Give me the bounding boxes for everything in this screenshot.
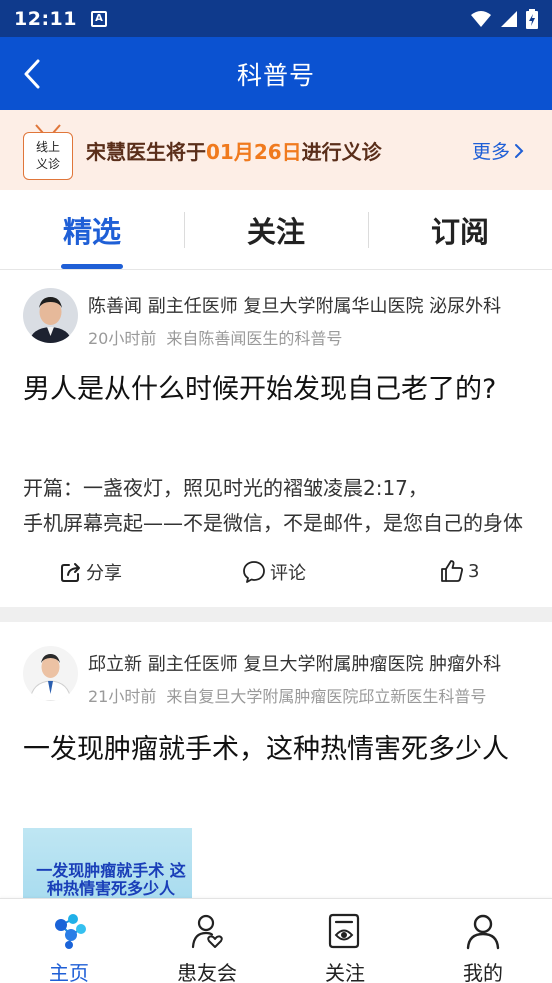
banner-text-after: 进行义诊: [301, 140, 382, 164]
signal-icon: [501, 10, 517, 27]
thumbnail-text: 一发现肿瘤就手术 这种热情害死多少人: [36, 861, 186, 898]
banner-text-before: 宋慧医生将于: [86, 140, 206, 164]
share-label: 分享: [86, 563, 122, 584]
tab-featured[interactable]: 精选: [0, 190, 184, 269]
badge-line1: 线上: [35, 140, 60, 154]
post-time: 21小时前: [88, 687, 157, 706]
chevron-right-icon: [515, 143, 524, 158]
post-meta: 20小时前 来自陈善闻医生的科普号: [88, 325, 528, 349]
nav-patient-community[interactable]: 患友会: [138, 899, 276, 983]
card-separator: [0, 607, 552, 622]
author-name: 邱立新 副主任医师 复旦大学附属肿瘤医院 肿瘤外科: [88, 654, 502, 675]
tab-divider: [184, 212, 185, 248]
top-nav-bar: 科普号: [0, 37, 552, 110]
article-excerpt: 开篇：一盏夜灯，照见时光的褶皱凌晨2:17， 手机屏幕亮起——不是微信，不是邮件…: [23, 471, 523, 541]
post-source: 来自陈善闻医生的科普号: [166, 329, 343, 348]
wifi-icon: [471, 10, 491, 27]
article-thumbnail[interactable]: 一发现肿瘤就手术 这种热情害死多少人: [23, 828, 192, 900]
tab-divider: [368, 212, 369, 248]
chevron-left-icon: [24, 59, 40, 89]
more-label: 更多: [471, 141, 510, 163]
tab-subscriptions[interactable]: 订阅: [368, 190, 552, 269]
nav-follow[interactable]: 关注: [276, 899, 414, 983]
profile-icon: [463, 911, 503, 951]
notification-icon: A: [90, 10, 107, 27]
article-title[interactable]: 男人是从什么时候开始发现自己老了的?: [23, 370, 528, 410]
online-clinic-badge: 线上 义诊: [23, 132, 73, 180]
nav-follow-label: 关注: [325, 961, 365, 983]
comment-icon: [243, 561, 265, 583]
content-tabs: 精选 关注 订阅: [0, 190, 552, 270]
article-actions: 分享 评论 3: [0, 559, 552, 589]
tab-subscriptions-label: 订阅: [430, 214, 489, 249]
comment-button[interactable]: 评论: [242, 559, 306, 585]
tab-featured-label: 精选: [62, 214, 121, 249]
follow-icon: [325, 911, 365, 951]
like-button[interactable]: 3: [440, 559, 479, 583]
back-button[interactable]: [16, 57, 48, 91]
author-avatar[interactable]: [23, 288, 78, 343]
excerpt-line: 开篇：一盏夜灯，照见时光的褶皱凌晨2:17，: [23, 476, 428, 500]
status-time: 12:11: [14, 7, 77, 30]
badge-line2: 义诊: [35, 157, 60, 171]
comment-label: 评论: [270, 563, 306, 584]
nav-patient-community-label: 患友会: [177, 961, 237, 983]
author-name: 陈善闻 副主任医师 复旦大学附属华山医院 泌尿外科: [88, 296, 502, 317]
article-card[interactable]: 陈善闻 副主任医师 复旦大学附属华山医院 泌尿外科 20小时前 来自陈善闻医生的科…: [0, 270, 552, 607]
bottom-nav: 主页 患友会 关注 我的: [0, 898, 552, 983]
status-bar: 12:11 A: [0, 0, 552, 37]
tab-following-label: 关注: [246, 214, 305, 249]
post-source: 来自复旦大学附属肿瘤医院邱立新医生科普号: [166, 687, 487, 706]
more-link[interactable]: 更多: [472, 137, 524, 164]
banner-date: 01月26日: [206, 140, 302, 164]
nav-profile-label: 我的: [463, 961, 503, 983]
page-title: 科普号: [236, 60, 315, 90]
status-icons: [470, 8, 538, 29]
author-avatar[interactable]: [23, 646, 78, 701]
home-icon: [49, 911, 89, 951]
active-tab-indicator: [61, 264, 123, 269]
nav-profile[interactable]: 我的: [414, 899, 552, 983]
nav-home[interactable]: 主页: [0, 899, 138, 983]
free-clinic-banner[interactable]: 线上 义诊 宋慧医生将于01月26日进行义诊 更多: [0, 110, 552, 190]
share-icon: [61, 563, 80, 582]
thumbs-up-icon: [441, 560, 463, 582]
share-button[interactable]: 分享: [60, 559, 122, 585]
nav-home-label: 主页: [49, 961, 89, 983]
battery-icon: [526, 8, 538, 29]
like-count: 3: [468, 560, 480, 582]
post-meta: 21小时前 来自复旦大学附属肿瘤医院邱立新医生科普号: [88, 683, 528, 707]
excerpt-line: 手机屏幕亮起——不是微信，不是邮件，是您自己的身体: [23, 511, 523, 535]
tab-following[interactable]: 关注: [184, 190, 368, 269]
banner-text: 宋慧医生将于01月26日进行义诊: [86, 136, 382, 165]
article-title[interactable]: 一发现肿瘤就手术，这种热情害死多少人: [23, 730, 528, 770]
post-time: 20小时前: [88, 329, 157, 348]
patient-community-icon: [187, 911, 227, 951]
